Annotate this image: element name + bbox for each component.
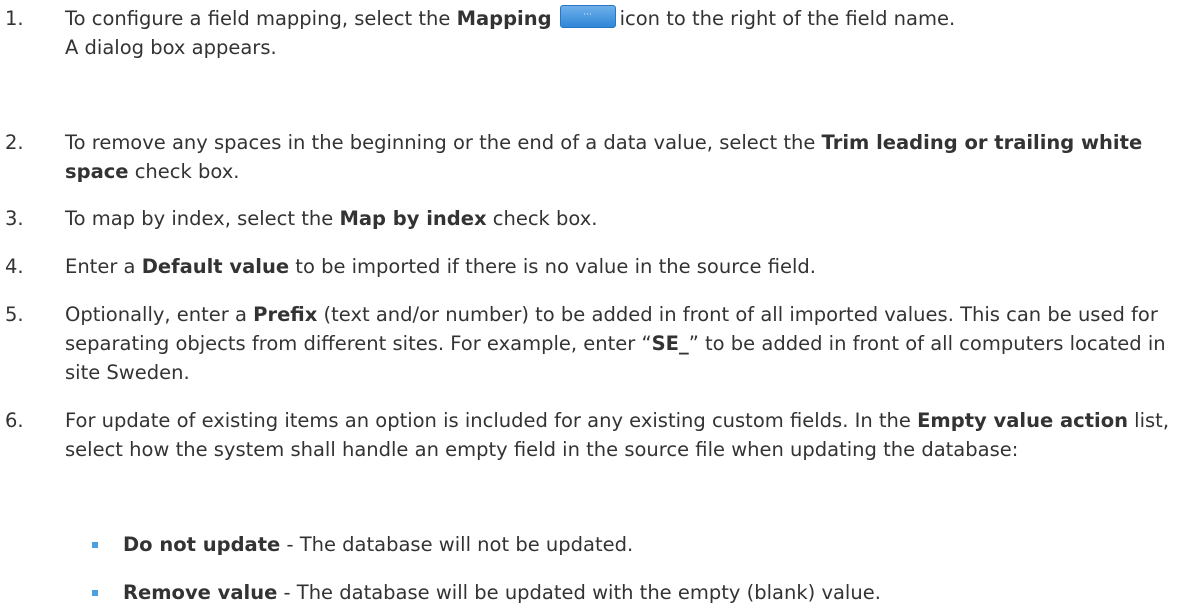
step-result: A dialog box appears. — [65, 36, 277, 59]
example-prefix: SE_ — [651, 332, 689, 355]
step-text: To configure a field mapping, select the… — [65, 4, 1189, 62]
step-text-pre: To configure a field mapping, select the — [65, 7, 457, 30]
step-text-pre: To map by index, select the — [65, 207, 340, 230]
step-number: 4. — [5, 255, 24, 278]
step-text-pre: To remove any spaces in the beginning or… — [65, 131, 822, 154]
option-description: - The database will not be updated. — [280, 533, 634, 556]
bullet-icon — [92, 542, 98, 548]
bullet-text: Do not update - The database will not be… — [123, 530, 633, 559]
ui-term-prefix: Prefix — [253, 303, 318, 326]
ui-term-mapping: Mapping — [456, 7, 552, 30]
step-text-pre: For update of existing items an option i… — [65, 409, 918, 432]
step-text-pre: Enter a — [65, 255, 142, 278]
dots-glyph: ··· — [583, 10, 592, 20]
step-number: 1. — [5, 7, 24, 30]
bullet-text: Remove value - The database will be upda… — [123, 578, 881, 607]
step-text: Enter a Default value to be imported if … — [65, 252, 1189, 281]
step-text-post: check box. — [128, 160, 240, 183]
step-text: Optionally, enter a Prefix (text and/or … — [65, 300, 1189, 387]
step-text-post: icon to the right of the field name. — [619, 7, 956, 30]
bullet-icon — [92, 590, 98, 596]
more-dots-icon: ··· — [559, 5, 616, 28]
step-number: 6. — [5, 409, 24, 432]
ui-term-default-value: Default value — [141, 255, 290, 278]
step-number: 2. — [5, 131, 24, 154]
option-do-not-update: Do not update — [123, 533, 281, 556]
ui-term-map-by-index: Map by index — [339, 207, 487, 230]
step-number: 3. — [5, 207, 24, 230]
step-text: To map by index, select the Map by index… — [65, 204, 1189, 233]
step-number: 5. — [5, 303, 24, 326]
step-text: For update of existing items an option i… — [65, 406, 1189, 464]
option-description: - The database will be updated with the … — [277, 581, 881, 604]
step-text: To remove any spaces in the beginning or… — [65, 128, 1189, 186]
document-body: 1. To configure a field mapping, select … — [0, 0, 1203, 612]
ui-term-empty-value-action: Empty value action — [917, 409, 1128, 432]
step-text-post: check box. — [486, 207, 598, 230]
step-text-post: to be imported if there is no value in t… — [289, 255, 816, 278]
step-text-pre: Optionally, enter a — [65, 303, 254, 326]
option-remove-value: Remove value — [123, 581, 278, 604]
